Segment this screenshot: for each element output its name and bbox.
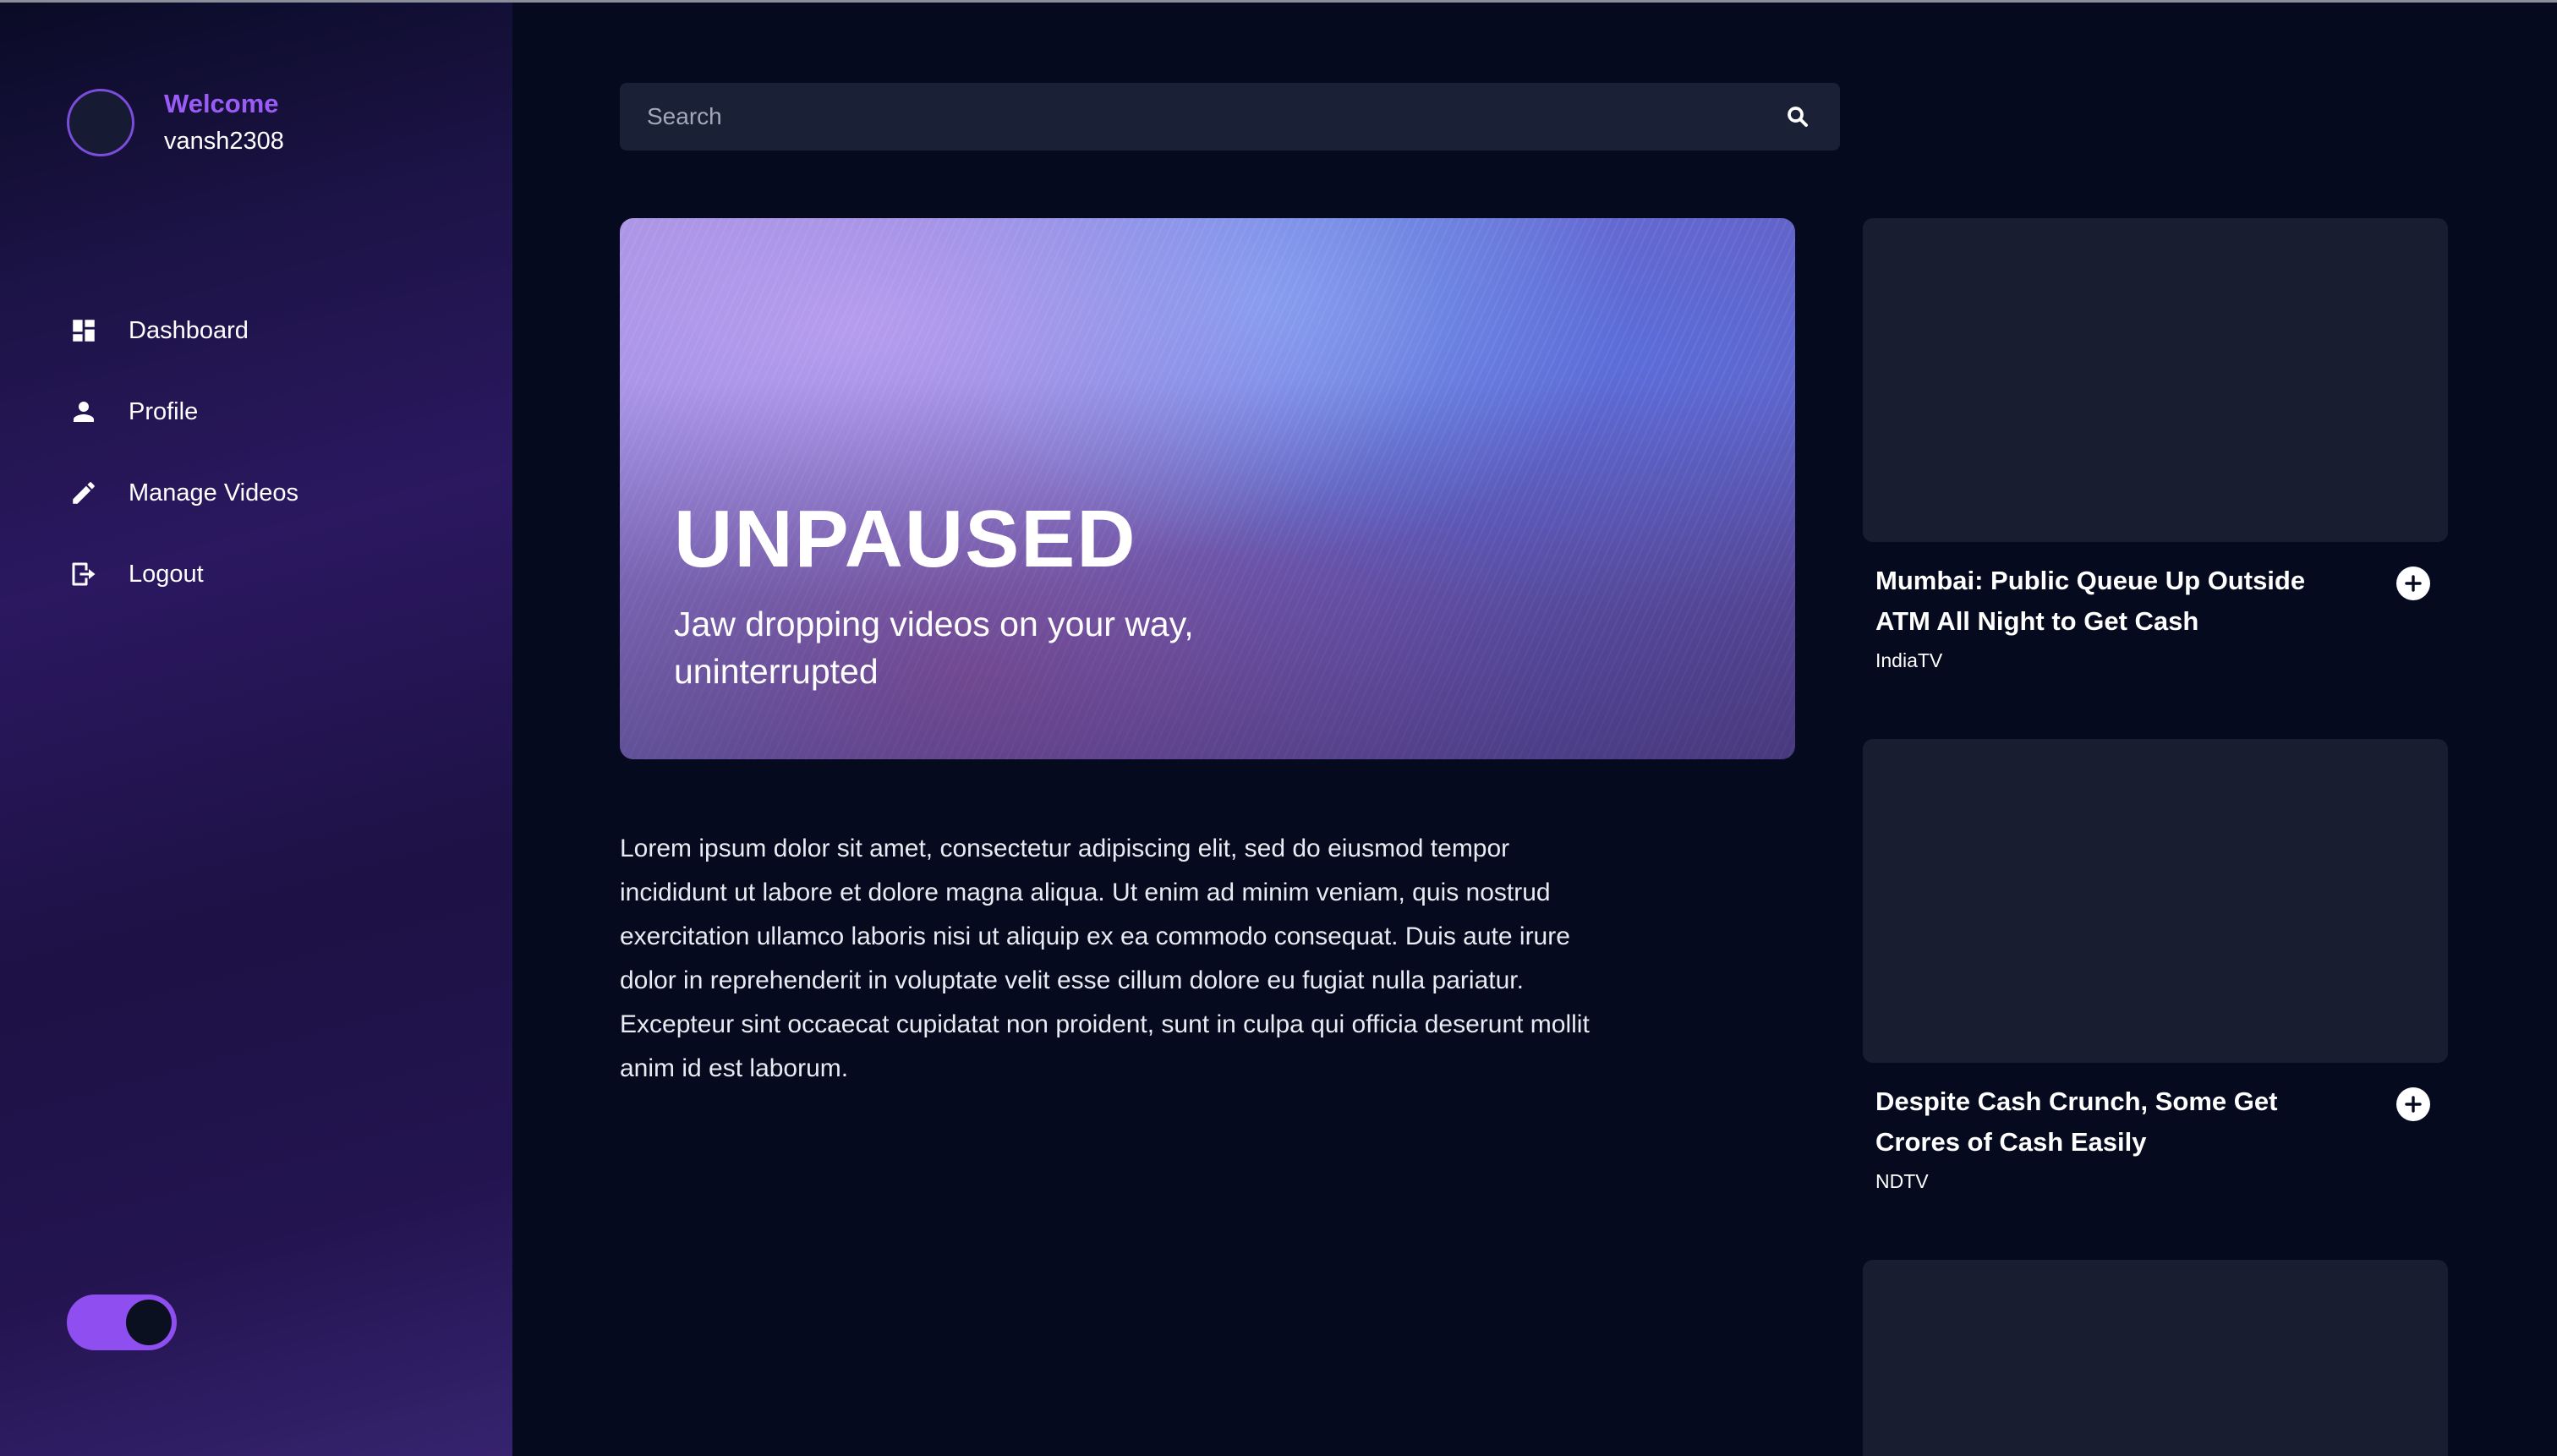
user-block: Welcome vansh2308 (67, 85, 284, 160)
person-icon (67, 395, 101, 429)
video-title[interactable]: Despite Cash Crunch, Some Get Crores of … (1875, 1081, 2349, 1163)
hero-title: UNPAUSED (674, 494, 1137, 584)
theme-toggle[interactable] (67, 1295, 177, 1350)
sidebar-item-label: Logout (129, 560, 204, 588)
video-thumbnail[interactable] (1863, 739, 2448, 1063)
add-button[interactable] (2396, 1087, 2430, 1121)
search-input[interactable] (620, 83, 1781, 151)
pencil-icon (67, 476, 101, 510)
search-bar (620, 83, 1840, 151)
sidebar-item-label: Profile (129, 397, 199, 425)
sidebar-item-label: Dashboard (129, 316, 249, 344)
hero-banner[interactable]: UNPAUSED Jaw dropping videos on your way… (620, 218, 1795, 759)
video-title[interactable]: Mumbai: Public Queue Up Outside ATM All … (1875, 561, 2349, 642)
video-card[interactable] (1863, 1260, 2448, 1456)
video-source: IndiaTV (1875, 649, 1943, 671)
sidebar: Welcome vansh2308 Dashboard Profile Mana… (0, 3, 512, 1456)
welcome-label: Welcome (164, 89, 279, 118)
sidebar-item-label: Manage Videos (129, 479, 299, 506)
toggle-knob (126, 1300, 172, 1345)
search-icon[interactable] (1781, 100, 1815, 134)
username: vansh2308 (164, 128, 284, 155)
avatar[interactable] (67, 89, 134, 156)
sidebar-nav: Dashboard Profile Manage Videos Logout (67, 290, 298, 615)
hero-subtitle: Jaw dropping videos on your way, uninter… (674, 605, 1194, 691)
video-source: NDTV (1875, 1170, 1929, 1192)
video-card[interactable]: Despite Cash Crunch, Some Get Crores of … (1863, 739, 2448, 1192)
video-card[interactable]: Mumbai: Public Queue Up Outside ATM All … (1863, 218, 2448, 671)
logout-icon (67, 557, 101, 591)
description-text: Lorem ipsum dolor sit amet, consectetur … (620, 835, 1590, 1082)
user-text: Welcome vansh2308 (164, 85, 284, 160)
video-thumbnail[interactable] (1863, 1260, 2448, 1456)
sidebar-item-manage-videos[interactable]: Manage Videos (67, 452, 298, 534)
sidebar-item-logout[interactable]: Logout (67, 534, 298, 615)
video-thumbnail[interactable] (1863, 218, 2448, 542)
plus-icon (2405, 1096, 2422, 1113)
plus-icon (2405, 575, 2422, 592)
sidebar-item-profile[interactable]: Profile (67, 371, 298, 452)
sidebar-item-dashboard[interactable]: Dashboard (67, 290, 298, 371)
dashboard-icon (67, 314, 101, 348)
add-button[interactable] (2396, 567, 2430, 600)
